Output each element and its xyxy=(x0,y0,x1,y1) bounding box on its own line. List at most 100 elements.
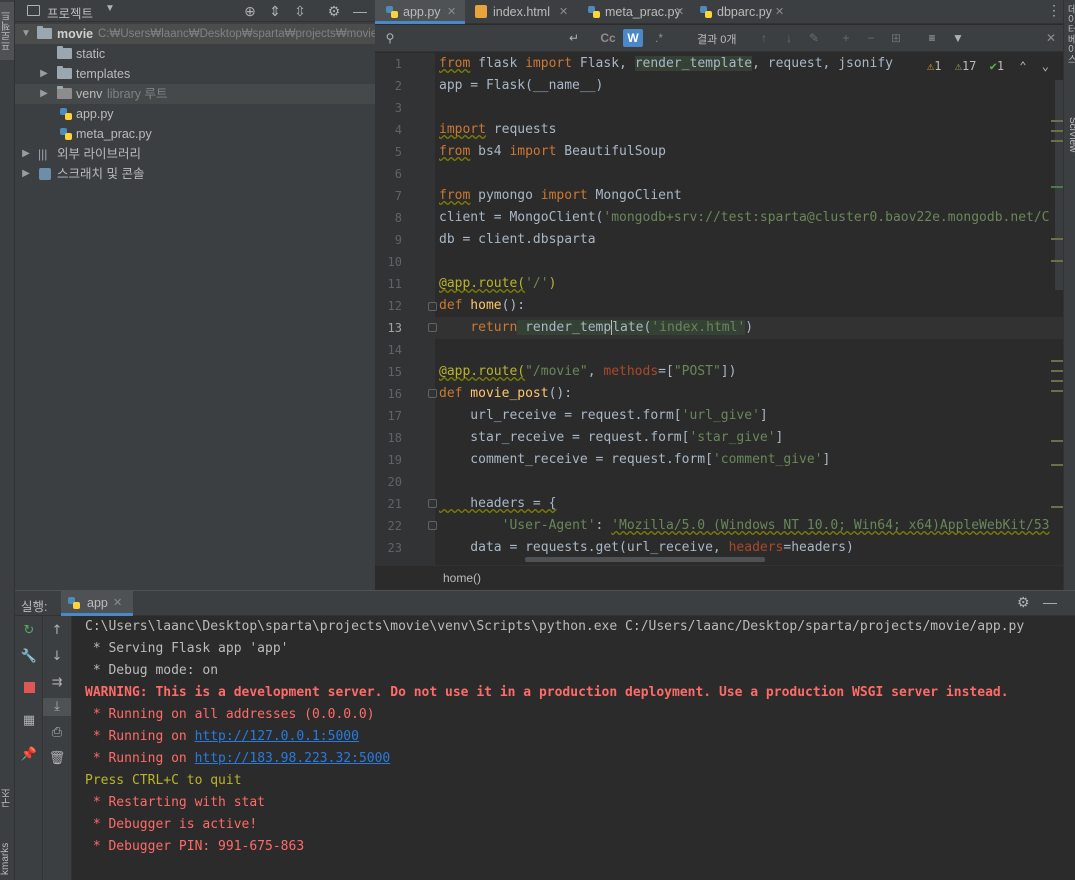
console-link[interactable]: http://183.98.223.32:5000 xyxy=(195,751,391,766)
close-icon[interactable]: ✕ xyxy=(775,0,784,24)
tree-item-venv[interactable]: ▶ venv library 루트 xyxy=(15,84,375,104)
tab-index-html[interactable]: index.html ✕ xyxy=(465,0,577,24)
tree-item-meta-prac-py[interactable]: meta_prac.py xyxy=(15,124,375,144)
tab-app-py[interactable]: app.py ✕ xyxy=(375,0,465,24)
print-icon[interactable]: ⎙ xyxy=(43,724,71,742)
stop-icon[interactable] xyxy=(15,679,43,697)
fold-marker-icon[interactable] xyxy=(428,389,437,398)
rerun-icon[interactable]: ↻ xyxy=(15,622,43,640)
console-link[interactable]: http://127.0.0.1:5000 xyxy=(195,729,359,744)
wrench-icon[interactable]: 🔧 xyxy=(15,648,43,666)
code-line-5: from bs4 import BeautifulSoup xyxy=(439,144,666,159)
fold-marker-icon[interactable] xyxy=(428,499,437,508)
chevron-right-icon[interactable]: ▶ xyxy=(20,164,32,184)
chevron-right-icon[interactable]: ▶ xyxy=(38,64,50,84)
bookmarks-tool-tab[interactable]: kmarks xyxy=(0,838,14,880)
close-icon[interactable]: ✕ xyxy=(559,0,568,24)
close-icon[interactable]: ✕ xyxy=(113,596,122,609)
add-occurrence-icon[interactable]: + xyxy=(837,29,855,47)
select-all-occurrences-icon[interactable]: ⊞ xyxy=(887,29,905,47)
collapse-all-icon[interactable]: ⇳ xyxy=(291,2,309,20)
inspection-widget[interactable]: ⚠1 ⚠17 ✔1 ⌃ ⌄ xyxy=(927,58,1049,74)
tab-dbparc-py[interactable]: dbparc.py ✕ xyxy=(689,0,789,24)
fold-marker-icon[interactable] xyxy=(428,323,437,332)
folder-icon xyxy=(57,46,72,59)
root-name: movie xyxy=(57,27,94,41)
console-output[interactable]: C:\Users\laanc\Desktop\sparta\projects\m… xyxy=(72,616,1075,880)
fold-marker-icon[interactable] xyxy=(428,302,437,311)
run-tab-app[interactable]: app ✕ xyxy=(61,591,133,616)
database-tool-tab[interactable]: 데이터베이스 xyxy=(1064,4,1075,64)
horizontal-scrollbar[interactable] xyxy=(525,557,765,562)
close-icon[interactable]: ✕ xyxy=(1043,29,1059,47)
project-panel-title: 프로젝트 xyxy=(47,7,94,21)
search-input[interactable] xyxy=(403,28,563,48)
hide-panel-icon[interactable]: — xyxy=(1043,594,1057,610)
tab-meta-prac-py[interactable]: meta_prac.py ✕ xyxy=(577,0,689,24)
trash-icon[interactable]: 🗑 xyxy=(43,750,71,768)
close-icon[interactable]: ✕ xyxy=(447,0,456,24)
new-line-icon[interactable]: ↵ xyxy=(565,29,583,47)
fold-marker-icon[interactable] xyxy=(428,521,437,530)
chevron-down-icon[interactable]: ⌄ xyxy=(1042,59,1049,73)
pin-tab-icon[interactable]: 📌 xyxy=(15,746,43,764)
more-tabs-icon[interactable]: ⋮ xyxy=(1047,2,1061,19)
arrow-up-icon[interactable]: ↑ xyxy=(43,622,71,640)
funnel-icon[interactable]: ▼ xyxy=(949,29,967,47)
locate-file-icon[interactable]: ⊕ xyxy=(241,2,259,20)
tree-item-templates[interactable]: ▶ templates xyxy=(15,64,375,84)
vertical-scrollbar-thumb[interactable] xyxy=(1055,80,1063,290)
chevron-up-icon[interactable]: ⌃ xyxy=(1019,59,1026,73)
code-line-9: db = client.dbsparta xyxy=(439,232,596,247)
layout-icon[interactable]: ▦ xyxy=(15,712,43,730)
stripe-marker xyxy=(1051,380,1063,382)
project-tool-tab[interactable]: 프로젝트 xyxy=(0,2,14,60)
editor-tab-bar: app.py ✕ index.html ✕ meta_prac.py ✕ dbp… xyxy=(375,0,1063,24)
expand-all-icon[interactable]: ⇕ xyxy=(266,2,284,20)
line-number: 7 xyxy=(394,189,402,203)
hide-panel-icon[interactable]: — xyxy=(351,2,369,20)
folder-icon xyxy=(57,86,72,99)
pin-icon[interactable]: ✎ xyxy=(805,29,823,47)
line-number-gutter: 1 2 3 4 5 6 7 8 9 10 11 12 13 14 15 16 17 18 19 20 21 22 23 xyxy=(375,53,435,565)
line-number: 12 xyxy=(387,299,402,313)
close-icon[interactable]: ✕ xyxy=(675,0,684,24)
view-dropdown-chevron-icon[interactable]: ▼ xyxy=(105,3,115,14)
line-number: 21 xyxy=(387,497,402,511)
line-number: 1 xyxy=(394,57,402,71)
console-line: C:\Users\laanc\Desktop\sparta\projects\m… xyxy=(85,616,1024,638)
match-case-toggle[interactable]: Cc xyxy=(597,29,619,47)
tree-item-external-libraries[interactable]: ▶ ||| 외부 라이브러리 xyxy=(15,144,375,164)
whole-words-toggle[interactable]: W xyxy=(623,29,643,47)
tree-root-movie[interactable]: ▼ movie C:₩Users₩laanc₩Desktop₩sparta₩pr… xyxy=(15,24,377,44)
soft-wrap-icon[interactable]: ⇉ xyxy=(43,674,71,692)
line-number: 17 xyxy=(387,409,402,423)
console-line: * Debugger PIN: 991-675-863 xyxy=(85,836,304,858)
remove-occurrence-icon[interactable]: − xyxy=(862,29,880,47)
chevron-right-icon[interactable]: ▶ xyxy=(20,144,32,164)
stripe-marker xyxy=(1051,238,1063,240)
code-editor[interactable]: from flask import Flask, render_template… xyxy=(435,53,1063,565)
console-text: * Debugger PIN: 991-675-863 xyxy=(85,839,305,854)
console-text: * Debug mode: on xyxy=(85,663,219,678)
arrow-down-icon[interactable]: ↓ xyxy=(43,648,71,666)
filter-options-icon[interactable]: ≡ xyxy=(923,29,941,47)
tree-item-static[interactable]: static xyxy=(15,44,375,64)
regex-toggle[interactable]: .* xyxy=(649,29,669,47)
console-line: * Debug mode: on xyxy=(85,660,218,682)
breadcrumb-item[interactable]: home() xyxy=(443,571,481,585)
sciview-tool-tab[interactable]: SciView xyxy=(1064,100,1075,170)
arrow-up-icon[interactable]: ↑ xyxy=(755,29,773,47)
scroll-to-end-icon[interactable]: ⤓ xyxy=(43,698,71,716)
chevron-down-icon[interactable]: ▼ xyxy=(20,24,32,44)
console-line: Press CTRL+C to quit xyxy=(85,770,242,792)
structure-tool-tab[interactable]: 구조 xyxy=(0,778,14,818)
chevron-right-icon[interactable]: ▶ xyxy=(38,84,50,104)
tree-item-app-py[interactable]: app.py xyxy=(15,104,375,124)
gear-icon[interactable]: ⚙ xyxy=(325,2,343,20)
arrow-down-icon[interactable]: ↓ xyxy=(780,29,798,47)
search-icon[interactable]: ⚲ xyxy=(381,29,399,47)
tree-item-scratches[interactable]: ▶ 스크래치 및 콘솔 xyxy=(15,164,375,184)
line-number: 9 xyxy=(394,233,402,247)
gear-icon[interactable]: ⚙ xyxy=(1017,594,1030,611)
